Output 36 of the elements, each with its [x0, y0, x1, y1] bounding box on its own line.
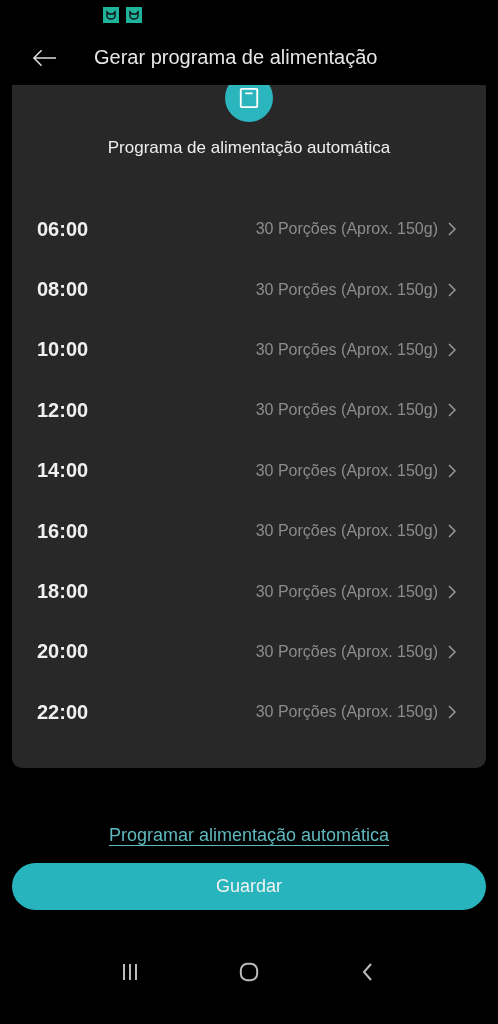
chevron-right-icon[interactable]	[448, 644, 456, 659]
document-icon	[225, 85, 273, 122]
chevron-right-icon[interactable]	[448, 403, 456, 418]
feeding-time: 08:00	[37, 278, 90, 302]
feeding-time: 14:00	[37, 459, 90, 483]
screen-title: Gerar programa de alimentação	[94, 46, 378, 69]
feeding-time: 22:00	[37, 700, 90, 724]
notification-icon	[103, 7, 119, 23]
portion-amount[interactable]: 30 Porções (Aprox. 150g)	[255, 461, 438, 480]
home-icon[interactable]	[239, 961, 259, 982]
portion-amount[interactable]: 30 Porções (Aprox. 150g)	[255, 220, 438, 239]
chevron-right-icon[interactable]	[448, 705, 456, 720]
feeding-time: 12:00	[37, 398, 90, 422]
feeding-time: 16:00	[37, 519, 90, 543]
chevron-right-icon[interactable]	[448, 524, 456, 539]
chevron-right-icon[interactable]	[448, 222, 456, 237]
feeding-time: 06:00	[37, 217, 90, 241]
chevron-right-icon[interactable]	[448, 282, 456, 297]
portion-amount[interactable]: 30 Porções (Aprox. 150g)	[255, 522, 438, 541]
portion-amount[interactable]: 30 Porções (Aprox. 150g)	[255, 703, 438, 722]
schedule-link[interactable]: Programar alimentação automática	[108, 824, 390, 845]
card-title: Programa de alimentação automática	[106, 137, 392, 159]
notification-icon	[126, 7, 142, 23]
portion-amount[interactable]: 30 Porções (Aprox. 150g)	[255, 280, 438, 299]
save-button[interactable]: Guardar	[12, 862, 486, 910]
chevron-right-icon[interactable]	[448, 342, 456, 357]
back-arrow-icon[interactable]	[32, 48, 57, 67]
portion-amount[interactable]: 30 Porções (Aprox. 150g)	[255, 340, 438, 359]
feeding-time: 10:00	[37, 338, 90, 362]
feeding-time: 20:00	[37, 640, 90, 664]
chevron-right-icon[interactable]	[448, 584, 456, 599]
portion-amount[interactable]: 30 Porções (Aprox. 150g)	[255, 642, 438, 661]
chevron-right-icon[interactable]	[448, 463, 456, 478]
portion-amount[interactable]: 30 Porções (Aprox. 150g)	[255, 582, 438, 601]
feeding-time: 18:00	[37, 580, 90, 604]
portion-amount[interactable]: 30 Porções (Aprox. 150g)	[255, 401, 438, 420]
